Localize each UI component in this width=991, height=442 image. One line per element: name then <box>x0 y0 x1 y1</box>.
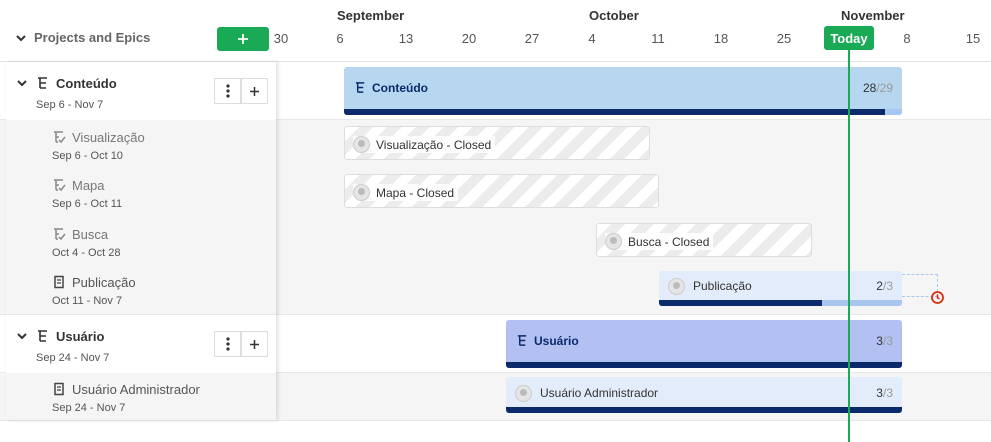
sub-epic-name[interactable]: Mapa <box>72 178 105 193</box>
today-marker: Today <box>824 26 874 50</box>
group-toggle[interactable]: Projects and Epics <box>14 30 150 45</box>
sub-epic-bar-label: Publicação <box>693 279 752 293</box>
sub-epic-dates: Sep 6 - Oct 10 <box>52 150 123 162</box>
sub-epic-item[interactable]: Publicação Oct 11 - Nov 7 <box>6 265 276 314</box>
sidebar: Conteúdo Sep 6 - Nov 7 Visualização Sep … <box>6 62 276 420</box>
sub-epic-item[interactable]: Busca Oct 4 - Oct 28 <box>6 217 276 265</box>
avatar <box>515 385 532 402</box>
month-label: November <box>841 8 905 23</box>
epic-item[interactable]: Conteúdo Sep 6 - Nov 7 <box>6 62 276 120</box>
sub-epic-item[interactable]: Usuário Administrador Sep 24 - Nov 7 <box>6 373 276 420</box>
sub-epic-item[interactable]: Mapa Sep 6 - Oct 11 <box>6 168 276 217</box>
day-label: 30 <box>273 31 289 46</box>
avatar <box>605 233 622 250</box>
sub-epic-name[interactable]: Usuário Administrador <box>72 382 200 397</box>
more-actions-button[interactable] <box>214 78 241 104</box>
kebab-icon <box>225 337 230 351</box>
day-label: 11 <box>651 31 665 46</box>
avatar <box>353 184 370 201</box>
plus-icon <box>238 34 248 44</box>
more-actions-button[interactable] <box>214 331 241 357</box>
avatar <box>668 278 685 295</box>
epic-item[interactable]: Usuário Sep 24 - Nov 7 <box>6 315 276 373</box>
day-label: 6 <box>336 31 344 46</box>
sub-epic-bar-closed[interactable]: Busca - Closed <box>596 223 812 257</box>
kebab-icon <box>225 84 230 98</box>
day-label: 25 <box>776 31 792 46</box>
sub-epic-bar-closed[interactable]: Mapa - Closed <box>344 174 659 208</box>
add-child-button[interactable] <box>241 78 268 104</box>
sub-epic-dates: Oct 4 - Oct 28 <box>52 247 121 259</box>
sub-epic-bar-label: Visualização - Closed <box>376 137 492 152</box>
chevron-down-icon[interactable] <box>15 76 29 90</box>
day-label: 4 <box>588 31 596 46</box>
today-line <box>848 50 850 442</box>
progress-fill <box>506 362 902 368</box>
header-title: Projects and Epics <box>34 30 151 45</box>
day-label: 27 <box>524 31 540 46</box>
epic-icon <box>38 77 47 89</box>
chevron-down-icon[interactable] <box>15 329 29 343</box>
add-child-button[interactable] <box>241 331 268 357</box>
plus-icon <box>250 339 259 349</box>
epic-open-icon <box>54 382 64 396</box>
sub-epic-bar-count: 3/3 <box>876 386 893 400</box>
epic-bar[interactable]: Conteúdo 28/29 <box>344 67 902 115</box>
progress-fill <box>506 407 902 413</box>
sub-epic-bar-label: Mapa - Closed <box>376 185 455 200</box>
sub-epic-name[interactable]: Busca <box>72 227 108 242</box>
sub-epic-bar-label: Usuário Administrador <box>540 386 659 400</box>
sub-epic-dates: Oct 11 - Nov 7 <box>52 295 123 307</box>
epic-name[interactable]: Conteúdo <box>56 76 117 91</box>
epic-dates: Sep 24 - Nov 7 <box>36 352 110 364</box>
avatar <box>353 136 370 153</box>
sub-epic-name[interactable]: Publicação <box>72 275 136 290</box>
timeline-header: Projects and Epics September October Nov… <box>0 0 991 62</box>
epic-bar-label: Usuário <box>534 334 579 348</box>
progress-fill <box>659 300 822 306</box>
sub-epic-bar[interactable]: Usuário Administrador 3/3 <box>506 377 902 413</box>
epic-closed-icon <box>54 228 66 241</box>
epic-closed-icon <box>54 131 66 144</box>
add-button[interactable] <box>217 27 269 51</box>
epic-closed-icon <box>54 179 66 192</box>
sub-epic-bar-count: 2/3 <box>876 279 893 293</box>
epic-icon <box>38 330 47 342</box>
epic-icon <box>517 335 527 346</box>
day-label: 15 <box>965 31 981 46</box>
progress-fill <box>344 109 886 115</box>
month-label: September <box>337 8 405 23</box>
sub-epic-bar-label: Busca - Closed <box>628 234 710 249</box>
day-label: 8 <box>903 31 911 46</box>
clock-warning-icon <box>931 291 944 304</box>
epic-bar[interactable]: Usuário 3/3 <box>506 320 902 368</box>
sub-epic-dates: Sep 6 - Oct 11 <box>52 198 123 210</box>
month-label: October <box>589 8 639 23</box>
epic-bar-count: 28/29 <box>862 81 893 95</box>
day-label: 20 <box>461 31 477 46</box>
chevron-down-icon <box>16 34 26 41</box>
epic-bar-label: Conteúdo <box>372 81 428 95</box>
sub-epic-dates: Sep 24 - Nov 7 <box>52 402 126 414</box>
sub-epic-item[interactable]: Visualização Sep 6 - Oct 10 <box>6 120 276 168</box>
epic-open-icon <box>54 275 64 289</box>
sub-epic-bar-closed[interactable]: Visualização - Closed <box>344 126 650 160</box>
day-label: 18 <box>713 31 729 46</box>
epic-dates: Sep 6 - Nov 7 <box>36 99 104 111</box>
day-label: 13 <box>398 31 414 46</box>
plus-icon <box>250 86 259 96</box>
sub-epic-name[interactable]: Visualização <box>72 130 145 145</box>
epic-bar-count: 3/3 <box>876 334 893 348</box>
epic-icon <box>355 82 365 93</box>
epic-name[interactable]: Usuário <box>56 329 104 344</box>
sub-epic-bar[interactable]: Publicação 2/3 <box>659 271 902 306</box>
